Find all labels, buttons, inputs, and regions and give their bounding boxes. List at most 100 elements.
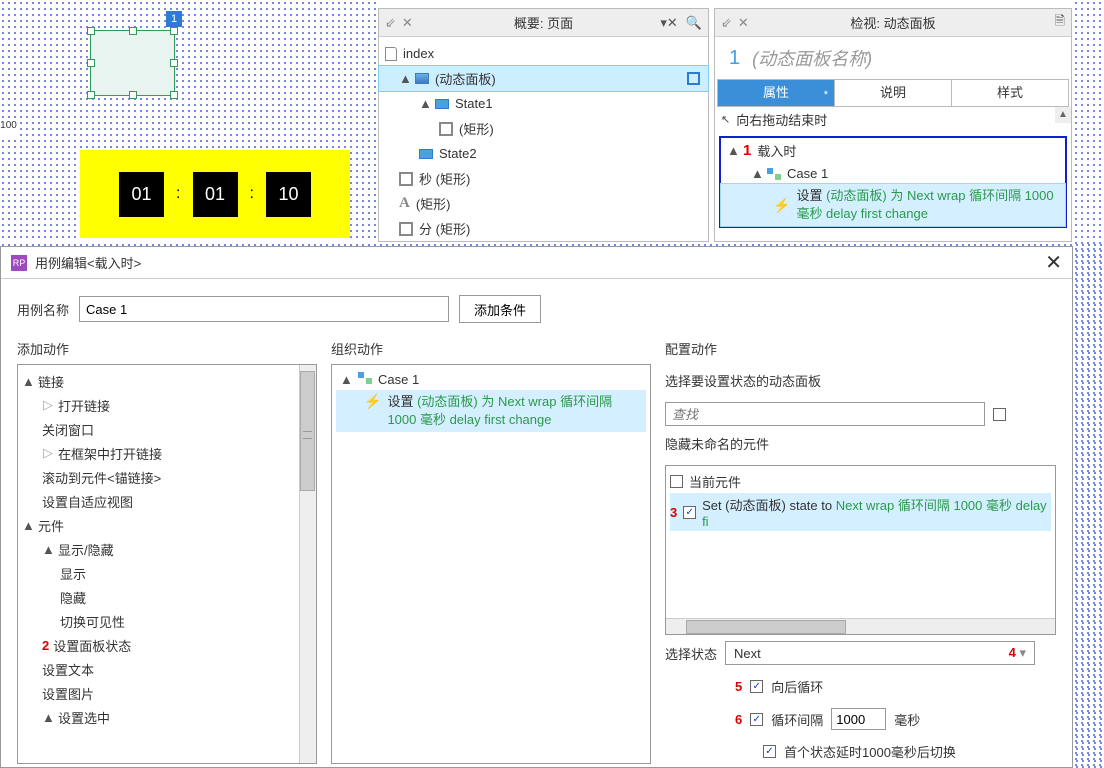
arrow-icon[interactable]: ▲ xyxy=(419,96,429,111)
dp-row-current[interactable]: 当前元件 xyxy=(670,470,1051,493)
action-group-link[interactable]: ▲链接 xyxy=(22,369,312,393)
close-icon[interactable]: ✕ xyxy=(402,15,413,31)
action-item[interactable]: 关闭窗口 xyxy=(22,417,312,441)
resize-handle[interactable] xyxy=(170,91,178,99)
hide-unnamed-checkbox[interactable] xyxy=(993,408,1006,421)
action-item[interactable]: 设置文本 xyxy=(22,657,312,681)
filter-icon[interactable]: ▾✕ xyxy=(660,15,677,31)
interval-input[interactable] xyxy=(831,708,886,730)
selected-shape[interactable]: 1 xyxy=(90,30,175,96)
tree-row-a[interactable]: A(矩形) xyxy=(379,191,708,216)
org-case-row[interactable]: ▲Case 1 xyxy=(336,369,646,390)
action-item[interactable]: 显示 xyxy=(22,561,312,585)
marker-5: 5 xyxy=(735,679,742,694)
tree-label: 分 (矩形) xyxy=(419,219,470,238)
close-button[interactable]: ✕ xyxy=(1045,250,1062,275)
tab-properties[interactable]: 属性* xyxy=(718,80,835,106)
tree-label: index xyxy=(403,46,434,61)
state-icon xyxy=(435,99,449,109)
wrap-checkbox[interactable] xyxy=(750,680,763,693)
outline-title: 概要: 页面 xyxy=(514,13,573,32)
action-item[interactable]: 设置图片 xyxy=(22,681,312,705)
resize-handle[interactable] xyxy=(170,27,178,35)
tree-row-rect[interactable]: (矩形) xyxy=(379,116,708,141)
tree-row-state1[interactable]: ▲State1 xyxy=(379,91,708,116)
case-icon xyxy=(767,168,781,180)
tab-style[interactable]: 样式 xyxy=(952,80,1068,106)
rect-icon xyxy=(399,222,413,236)
cursor-icon: ↖ xyxy=(721,113,730,126)
arrow-icon[interactable]: ▲ xyxy=(399,71,409,86)
search-input[interactable] xyxy=(665,402,985,426)
organize-header: 组织动作 xyxy=(331,339,651,364)
note-icon[interactable]: 🗎 xyxy=(1055,12,1065,34)
event-row-case[interactable]: ▲ Case 1 xyxy=(721,163,1065,184)
resize-handle[interactable] xyxy=(129,91,137,99)
h-scrollbar[interactable] xyxy=(666,618,1055,634)
action-item[interactable]: 隐藏 xyxy=(22,585,312,609)
search-icon[interactable]: 🔍 xyxy=(686,15,702,31)
event-row-prev[interactable]: ↖向右拖动结束时 xyxy=(715,107,1071,132)
action-item[interactable]: 切换可见性 xyxy=(22,609,312,633)
timer-widget[interactable]: 01 : 01 : 10 xyxy=(80,150,350,238)
tab-description[interactable]: 说明 xyxy=(835,80,952,106)
scrollbar[interactable] xyxy=(299,365,316,763)
add-action-header: 添加动作 xyxy=(17,339,317,364)
action-item[interactable]: ▲设置选中 xyxy=(22,705,312,729)
pin-icon[interactable]: ⇙ xyxy=(385,15,396,31)
action-item[interactable]: ▲显示/隐藏 xyxy=(22,537,312,561)
event-row-action[interactable]: ⚡设置 (动态面板) 为 Next wrap 循环间隔 1000 毫秒 dela… xyxy=(721,184,1065,226)
action-set-panel-state[interactable]: 2设置面板状态 xyxy=(22,633,312,657)
widget-name[interactable]: (动态面板名称) xyxy=(752,45,872,71)
digit: 01 xyxy=(119,172,164,217)
case-icon xyxy=(358,372,372,384)
scrollbar[interactable]: ▲ xyxy=(1055,107,1071,228)
action-item[interactable]: 设置自适应视图 xyxy=(22,489,312,513)
arrow-icon[interactable]: ▲ xyxy=(727,143,737,158)
action-item[interactable]: ▷打开链接 xyxy=(22,393,312,417)
add-condition-button[interactable]: 添加条件 xyxy=(459,295,541,323)
action-item[interactable]: ▷在框架中打开链接 xyxy=(22,441,312,465)
checkbox-checked[interactable] xyxy=(683,506,696,519)
dp-row-selected[interactable]: 3Set (动态面板) state to Next wrap 循环间隔 1000… xyxy=(670,493,1051,531)
wrap-label: 向后循环 xyxy=(771,677,823,696)
case-editor-dialog: RP 用例编辑<载入时> ✕ 用例名称 添加条件 添加动作 ▲链接 ▷打开链接 … xyxy=(0,246,1073,768)
arrow-icon[interactable]: ▲ xyxy=(751,166,761,181)
resize-handle[interactable] xyxy=(87,59,95,67)
ruler-mark: 100 xyxy=(0,120,17,140)
resize-handle[interactable] xyxy=(170,59,178,67)
marker-3: 3 xyxy=(670,505,677,520)
tree-row-state2[interactable]: State2 xyxy=(379,141,708,166)
dp-select-list: 当前元件 3Set (动态面板) state to Next wrap 循环间隔… xyxy=(665,465,1056,635)
outline-tree: index ▲(动态面板) ▲State1 (矩形) State2 秒 (矩形)… xyxy=(379,37,708,245)
interval-checkbox[interactable] xyxy=(750,713,763,726)
close-icon[interactable]: ✕ xyxy=(738,15,749,31)
colon: : xyxy=(250,185,254,203)
ms-label: 毫秒 xyxy=(894,710,920,729)
action-list: ▲链接 ▷打开链接 关闭窗口 ▷在框架中打开链接 滚动到元件<锚链接> 设置自适… xyxy=(17,364,317,764)
inspect-tabs: 属性* 说明 样式 xyxy=(717,79,1069,107)
panel-header: ⇙✕ 检视: 动态面板 🗎 xyxy=(715,9,1071,37)
org-action-row[interactable]: ⚡设置 (动态面板) 为 Next wrap 循环间隔 1000 毫秒 dela… xyxy=(336,390,646,432)
action-item[interactable]: 滚动到元件<锚链接> xyxy=(22,465,312,489)
event-row-load[interactable]: ▲1载入时 xyxy=(721,138,1065,163)
scroll-thumb[interactable] xyxy=(300,371,315,491)
resize-handle[interactable] xyxy=(129,27,137,35)
state-dropdown[interactable]: Next4 ▾ xyxy=(725,641,1035,665)
delay-checkbox[interactable] xyxy=(763,745,776,758)
case-name-input[interactable] xyxy=(79,296,449,322)
page-icon xyxy=(385,47,397,61)
tree-row-dp[interactable]: ▲(动态面板) xyxy=(379,66,708,91)
pin-icon[interactable]: ⇙ xyxy=(721,15,732,31)
scroll-thumb[interactable] xyxy=(686,620,846,634)
resize-handle[interactable] xyxy=(87,91,95,99)
tree-row-div[interactable]: 分 (矩形) xyxy=(379,216,708,241)
app-icon: RP xyxy=(11,255,27,271)
tree-row-index[interactable]: index xyxy=(379,41,708,66)
checkbox[interactable] xyxy=(670,475,683,488)
case-label: Case 1 xyxy=(787,166,828,181)
action-group-widget[interactable]: ▲元件 xyxy=(22,513,312,537)
tree-row-sec[interactable]: 秒 (矩形) xyxy=(379,166,708,191)
resize-handle[interactable] xyxy=(87,27,95,35)
rect-icon xyxy=(439,122,453,136)
